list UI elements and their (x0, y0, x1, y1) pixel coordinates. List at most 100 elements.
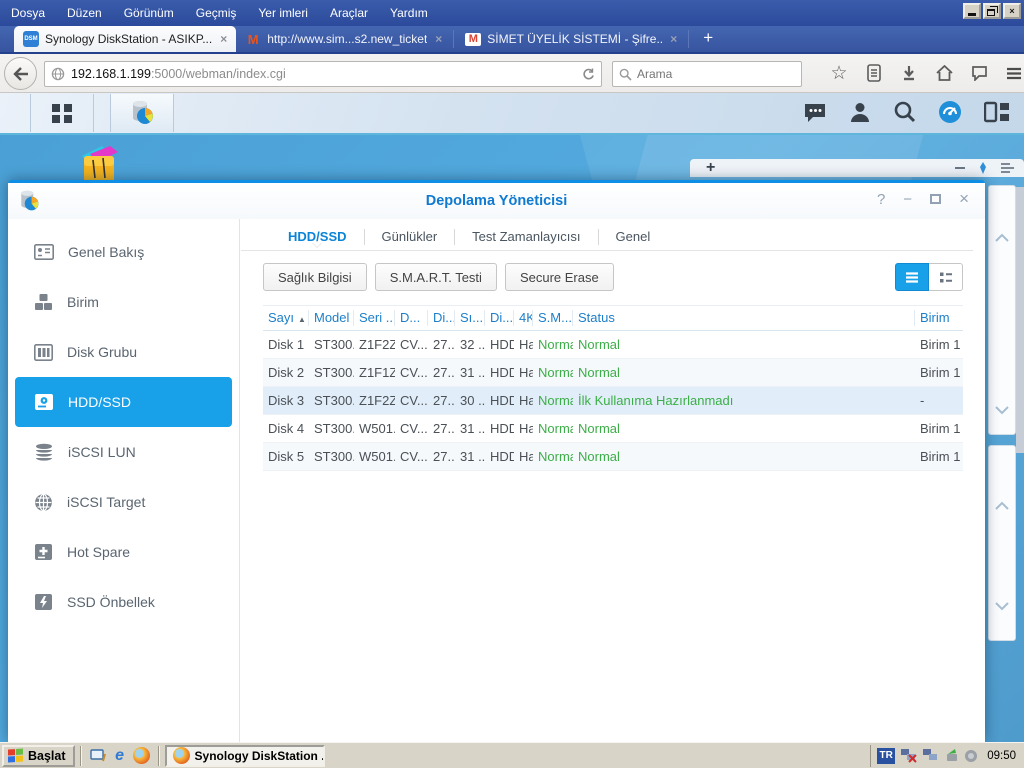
browser-tab-ticket[interactable]: M http://www.sim...s2.new_ticket × (236, 26, 451, 52)
chat-icon[interactable] (803, 101, 827, 128)
sidebar-item-ssd-onbellek[interactable]: SSD Önbellek (8, 577, 239, 627)
chevron-up-icon[interactable] (994, 501, 1010, 511)
close-icon[interactable]: × (959, 189, 969, 209)
widget-minimize-icon[interactable] (955, 167, 965, 169)
minimize-icon[interactable]: − (903, 191, 912, 209)
search-input[interactable] (637, 67, 767, 81)
cell: CV... (395, 393, 428, 408)
maximize-icon[interactable] (930, 194, 941, 204)
widget-add-icon[interactable]: + (706, 159, 715, 177)
table-row-disk1[interactable]: Disk 1 ST300... Z1F2Z... CV... 27... 32 … (263, 331, 963, 359)
menu-gecmis[interactable]: Geçmiş (185, 0, 248, 26)
clock[interactable]: 09:50 (983, 750, 1016, 762)
cell: HDD (485, 421, 514, 436)
search-bar[interactable] (612, 61, 802, 87)
tab-close-icon[interactable]: × (433, 32, 442, 46)
sidebar-item-iscsi-lun[interactable]: iSCSI LUN (8, 427, 239, 477)
col-4k[interactable]: 4K (514, 310, 533, 326)
table-row-disk2[interactable]: Disk 2 ST300... Z1F1Z... CV... 27... 31 … (263, 359, 963, 387)
sidebar-item-hdd-ssd[interactable]: HDD/SSD (15, 377, 232, 427)
downloads-icon[interactable] (898, 58, 920, 88)
col-d[interactable]: D... (395, 310, 428, 326)
menu-dosya[interactable]: Dosya (0, 0, 56, 26)
search-desktop-icon[interactable] (893, 100, 916, 128)
menu-araclar[interactable]: Araçlar (319, 0, 379, 26)
back-button[interactable] (4, 57, 37, 90)
minimize-button[interactable] (963, 3, 981, 19)
table-header[interactable]: Sayı▲ Model Seri ... D... Di... Sı... Di… (263, 305, 963, 331)
chevron-up-icon[interactable] (994, 233, 1010, 243)
new-tab-button[interactable]: + (691, 28, 725, 52)
tab-hdd-ssd[interactable]: HDD/SSD (271, 229, 364, 244)
internet-explorer-icon[interactable]: e (109, 746, 131, 766)
tab-close-icon[interactable]: × (668, 32, 677, 46)
hamburger-menu-icon[interactable] (1003, 58, 1024, 88)
volume-icon[interactable] (964, 749, 978, 763)
col-sayi[interactable]: Sayı▲ (263, 310, 309, 326)
sidebar-item-birim[interactable]: Birim (8, 277, 239, 327)
close-button[interactable]: × (1003, 3, 1021, 19)
tab-title: http://www.sim...s2.new_ticket (267, 32, 427, 46)
widget-pin-icon[interactable] (977, 162, 989, 174)
network-icon[interactable] (922, 748, 939, 763)
col-model[interactable]: Model (309, 310, 354, 326)
show-desktop-icon[interactable] (87, 746, 109, 766)
home-icon[interactable] (933, 58, 955, 88)
widgets-icon[interactable] (984, 101, 1010, 128)
widget-scrollbar[interactable] (1016, 187, 1024, 453)
browser-tab-dsm[interactable]: DSM Synology DiskStation - ASIKP... × (14, 26, 236, 52)
network-disconnected-icon[interactable] (900, 748, 917, 763)
hello-chat-icon[interactable] (968, 58, 990, 88)
menu-yerimleri[interactable]: Yer imleri (247, 0, 319, 26)
detail-view-button[interactable] (929, 263, 963, 291)
firefox-icon (173, 747, 190, 764)
language-indicator[interactable]: TR (877, 748, 895, 764)
window-titlebar[interactable]: Depolama Yöneticisi ? − × (8, 183, 985, 219)
start-button[interactable]: Başlat (2, 745, 75, 767)
widget-list-icon[interactable] (1001, 163, 1014, 174)
col-status[interactable]: Status (573, 310, 915, 326)
sidebar-item-hot-spare[interactable]: Hot Spare (8, 527, 239, 577)
menu-duzen[interactable]: Düzen (56, 0, 113, 26)
table-row-disk5[interactable]: Disk 5 ST300... W501... CV... 27... 31 .… (263, 443, 963, 471)
tab-close-icon[interactable]: × (218, 32, 227, 46)
col-smart[interactable]: S.M... (533, 310, 573, 326)
health-info-button[interactable]: Sağlık Bilgisi (263, 263, 367, 291)
url-bar[interactable]: 192.168.1.199:5000/webman/index.cgi (44, 61, 602, 87)
browser-tab-simet[interactable]: M SİMET ÜYELİK SİSTEMİ - Şifre... × (456, 26, 686, 52)
tab-gunlukler[interactable]: Günlükler (365, 229, 455, 244)
reload-icon[interactable] (582, 68, 595, 81)
chevron-down-icon[interactable] (994, 405, 1010, 415)
col-di2[interactable]: Di... (485, 310, 514, 326)
sidebar-item-disk-grubu[interactable]: Disk Grubu (8, 327, 239, 377)
menu-yardim[interactable]: Yardım (379, 0, 439, 26)
user-icon[interactable] (849, 101, 871, 128)
restore-button[interactable] (983, 3, 1001, 19)
table-row-disk3[interactable]: Disk 3 ST300... Z1F2Z... CV... 27... 30 … (263, 387, 963, 415)
safely-remove-icon[interactable] (944, 748, 959, 763)
help-icon[interactable]: ? (877, 191, 885, 209)
bookmarks-list-icon[interactable] (863, 58, 885, 88)
url-text: 192.168.1.199:5000/webman/index.cgi (71, 67, 576, 81)
cell-status: Normal (573, 365, 915, 380)
secure-erase-button[interactable]: Secure Erase (505, 263, 614, 291)
table-row-disk4[interactable]: Disk 4 ST300... W501... CV... 27... 31 .… (263, 415, 963, 443)
tab-test-zamanlayicisi[interactable]: Test Zamanlayıcısı (455, 229, 597, 244)
col-di1[interactable]: Di... (428, 310, 455, 326)
chevron-down-icon[interactable] (994, 601, 1010, 611)
menu-gorunum[interactable]: Görünüm (113, 0, 185, 26)
list-view-button[interactable] (895, 263, 929, 291)
col-si[interactable]: Sı... (455, 310, 485, 326)
col-birim[interactable]: Birim (915, 310, 963, 326)
firefox-quicklaunch-icon[interactable] (131, 746, 153, 766)
bookmark-star-icon[interactable]: ☆ (828, 58, 850, 88)
col-seri[interactable]: Seri ... (354, 310, 395, 326)
tab-genel[interactable]: Genel (599, 229, 668, 244)
smart-test-button[interactable]: S.M.A.R.T. Testi (375, 263, 497, 291)
sidebar-item-genel-bakis[interactable]: Genel Bakış (8, 227, 239, 277)
pilot-view-icon[interactable] (938, 100, 962, 129)
task-button-synology[interactable]: Synology DiskStation ... (165, 745, 325, 767)
storage-manager-app-button[interactable] (110, 94, 174, 132)
main-menu-button[interactable] (30, 94, 94, 132)
sidebar-item-iscsi-target[interactable]: iSCSI Target (8, 477, 239, 527)
